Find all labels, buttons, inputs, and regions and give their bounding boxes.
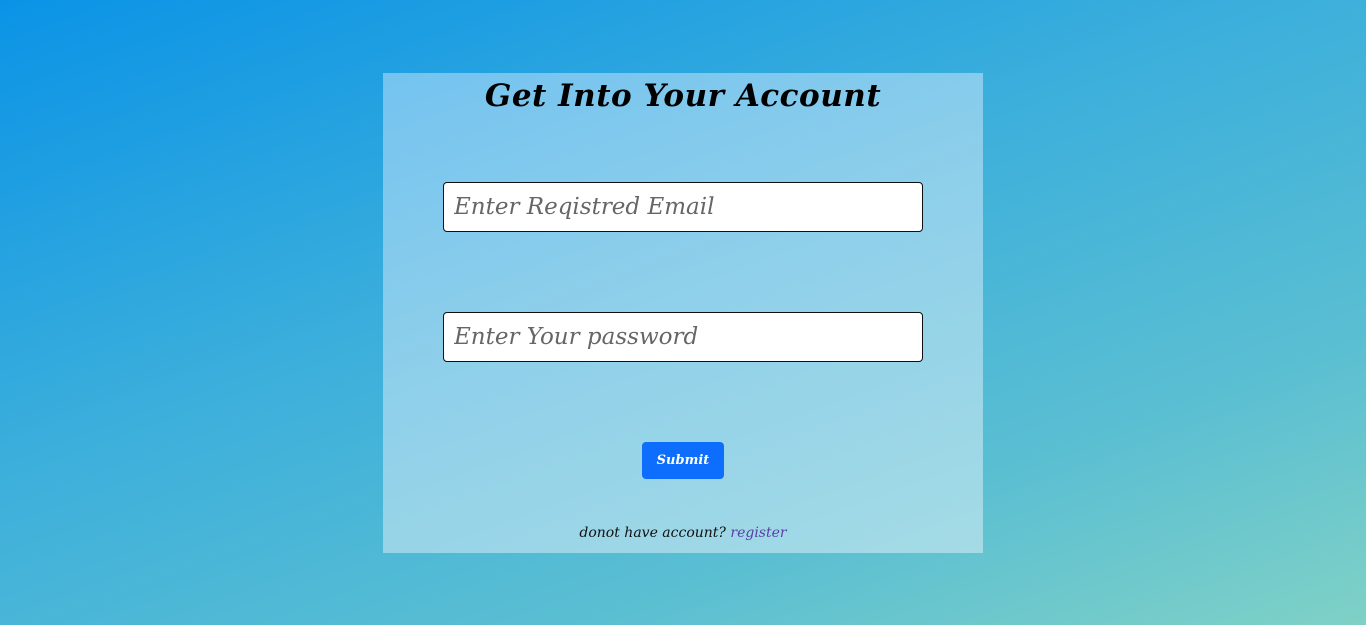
- register-link[interactable]: register: [730, 525, 786, 541]
- page-title: Get Into Your Account: [484, 78, 882, 114]
- password-field[interactable]: [443, 312, 923, 362]
- login-card: Get Into Your Account Submit donot have …: [383, 73, 983, 553]
- register-prompt: donot have account? register: [383, 523, 983, 543]
- email-field[interactable]: [443, 182, 923, 232]
- submit-button[interactable]: Submit: [642, 442, 724, 479]
- register-prompt-text: donot have account?: [579, 525, 726, 541]
